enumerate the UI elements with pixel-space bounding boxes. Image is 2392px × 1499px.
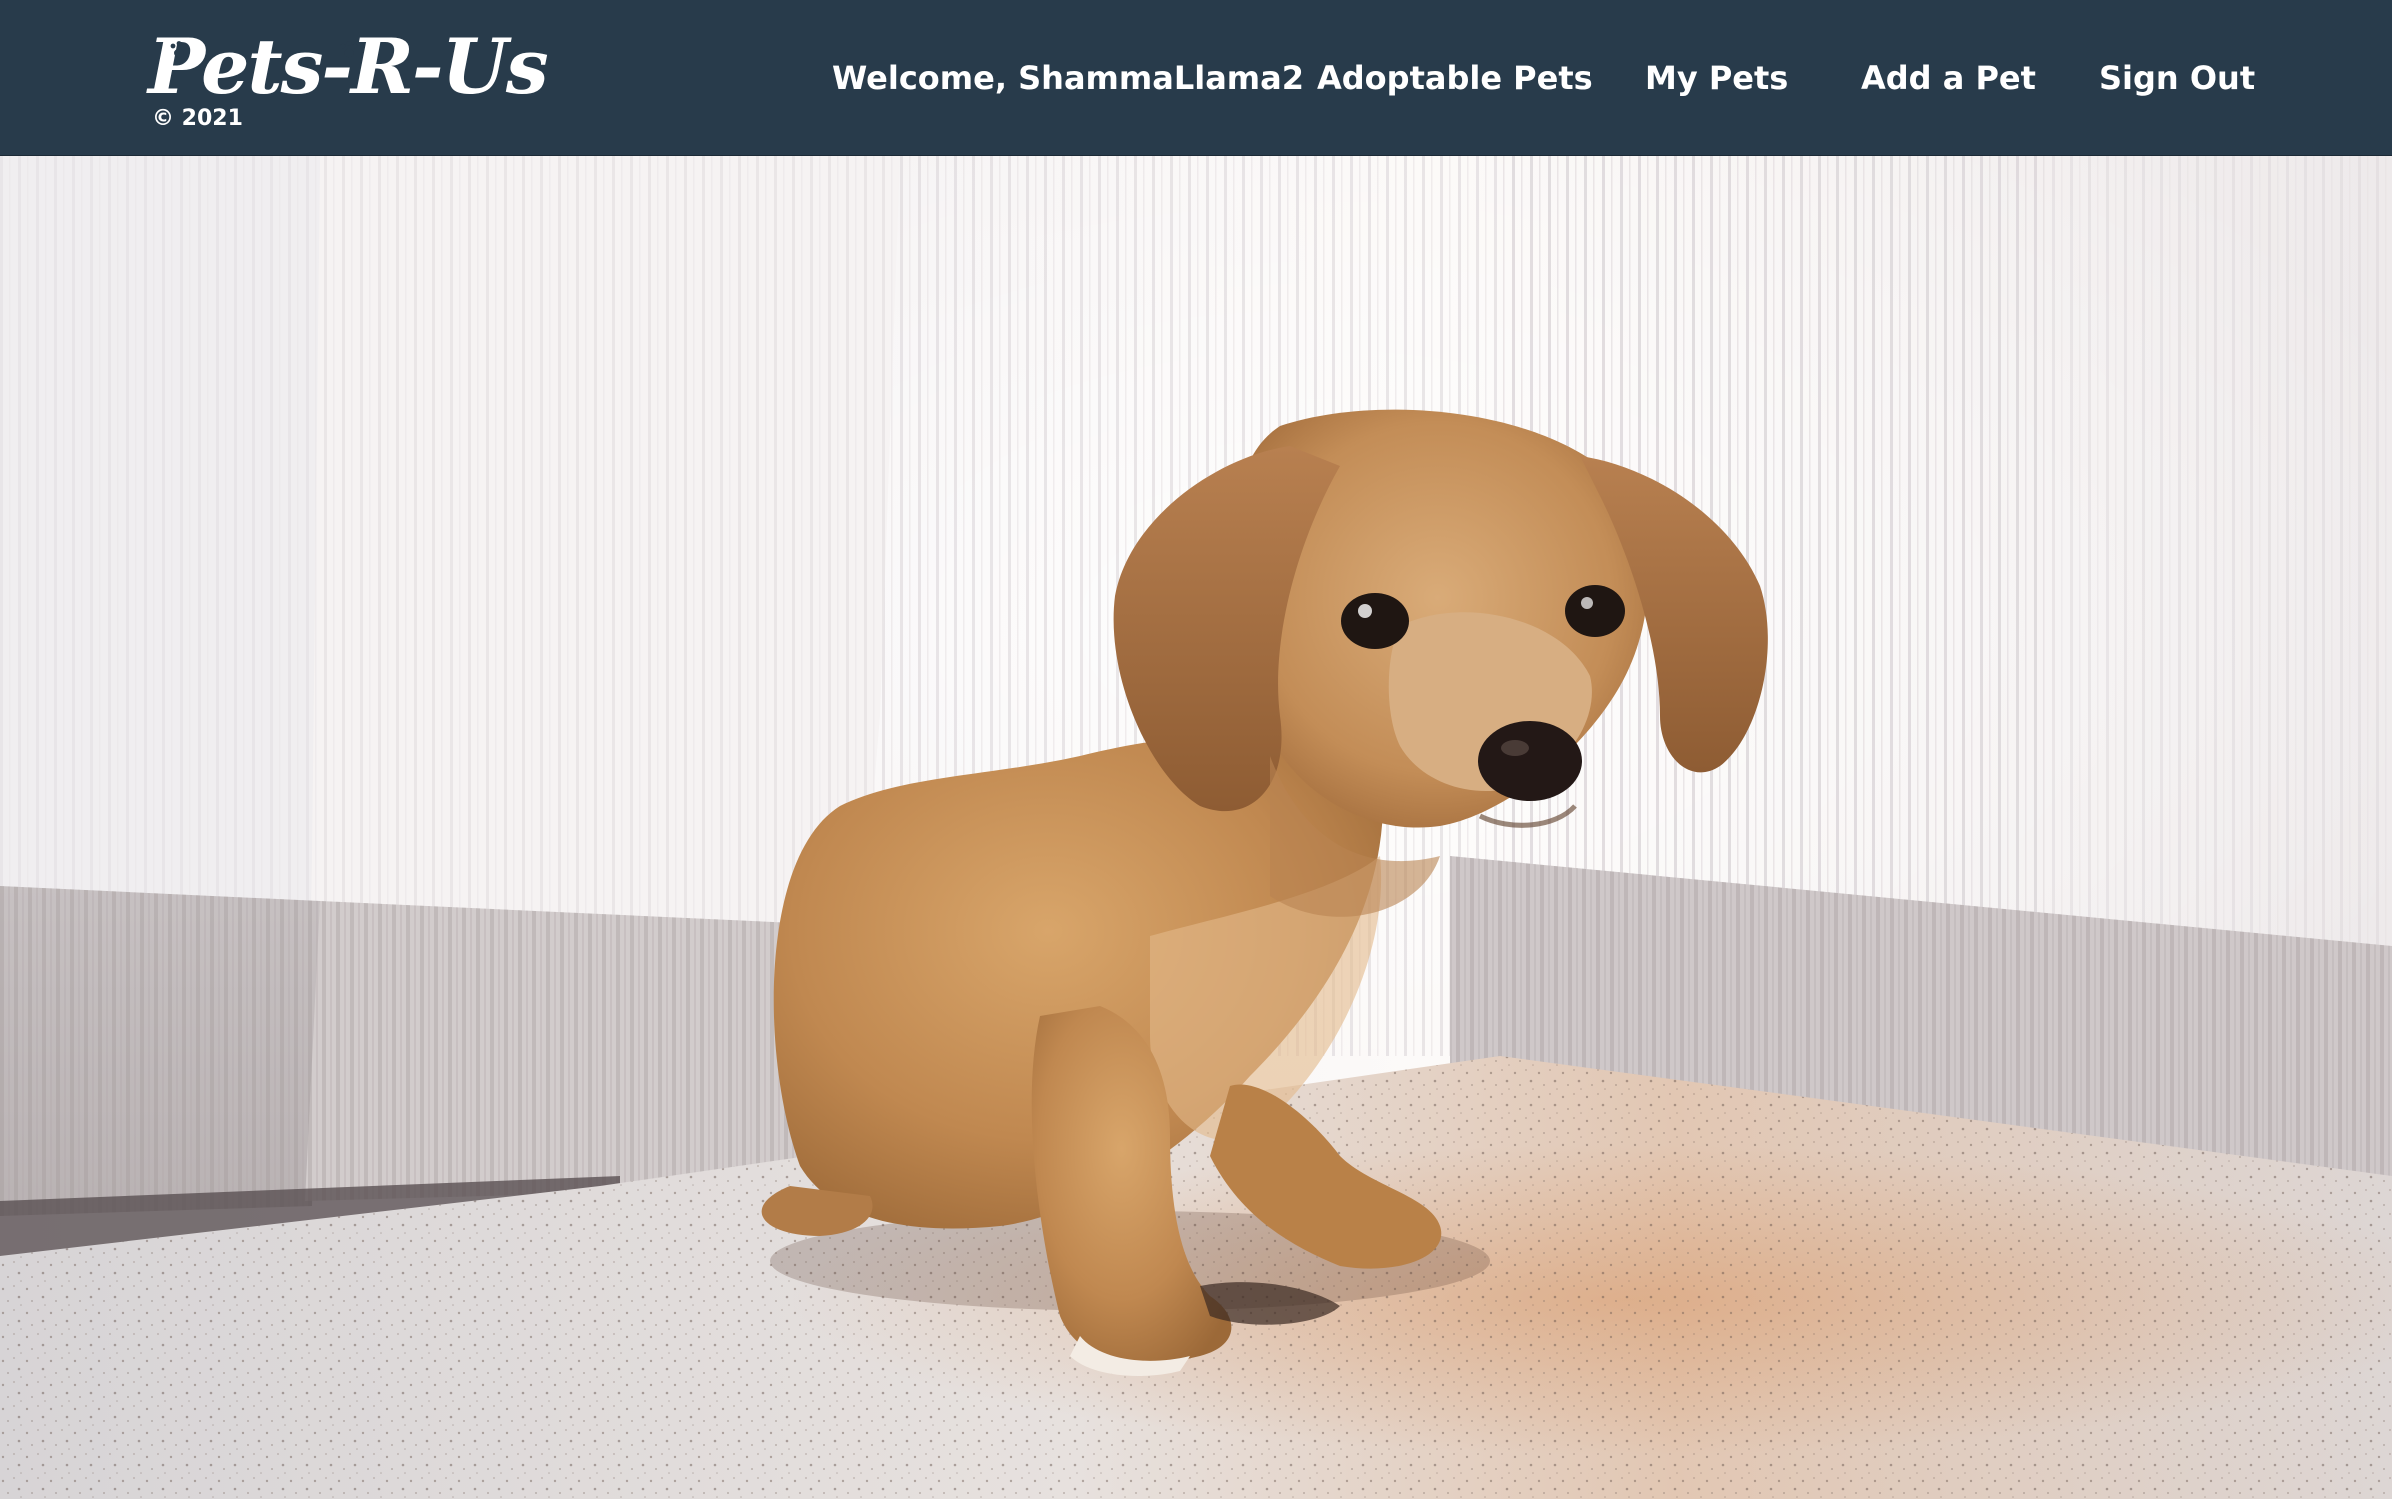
main-nav: Welcome, ShammaLlama2 Adoptable Pets My …: [0, 0, 2392, 156]
nav-link-add-a-pet[interactable]: Add a Pet: [1861, 58, 2036, 98]
top-navbar: Pets-R-Us © 2021 Welcome, ShammaLlama2 A…: [0, 0, 2392, 156]
dachshund-puppy-illustration: [0, 156, 2392, 1499]
app-frame: Pets-R-Us © 2021 Welcome, ShammaLlama2 A…: [0, 0, 2392, 1499]
nav-link-sign-out[interactable]: Sign Out: [2099, 58, 2255, 98]
nav-link-adoptable-pets[interactable]: Adoptable Pets: [1317, 58, 1593, 98]
hero-image: [0, 156, 2392, 1499]
welcome-user-label: Welcome, ShammaLlama2: [832, 59, 1304, 97]
nav-link-my-pets[interactable]: My Pets: [1645, 58, 1788, 98]
